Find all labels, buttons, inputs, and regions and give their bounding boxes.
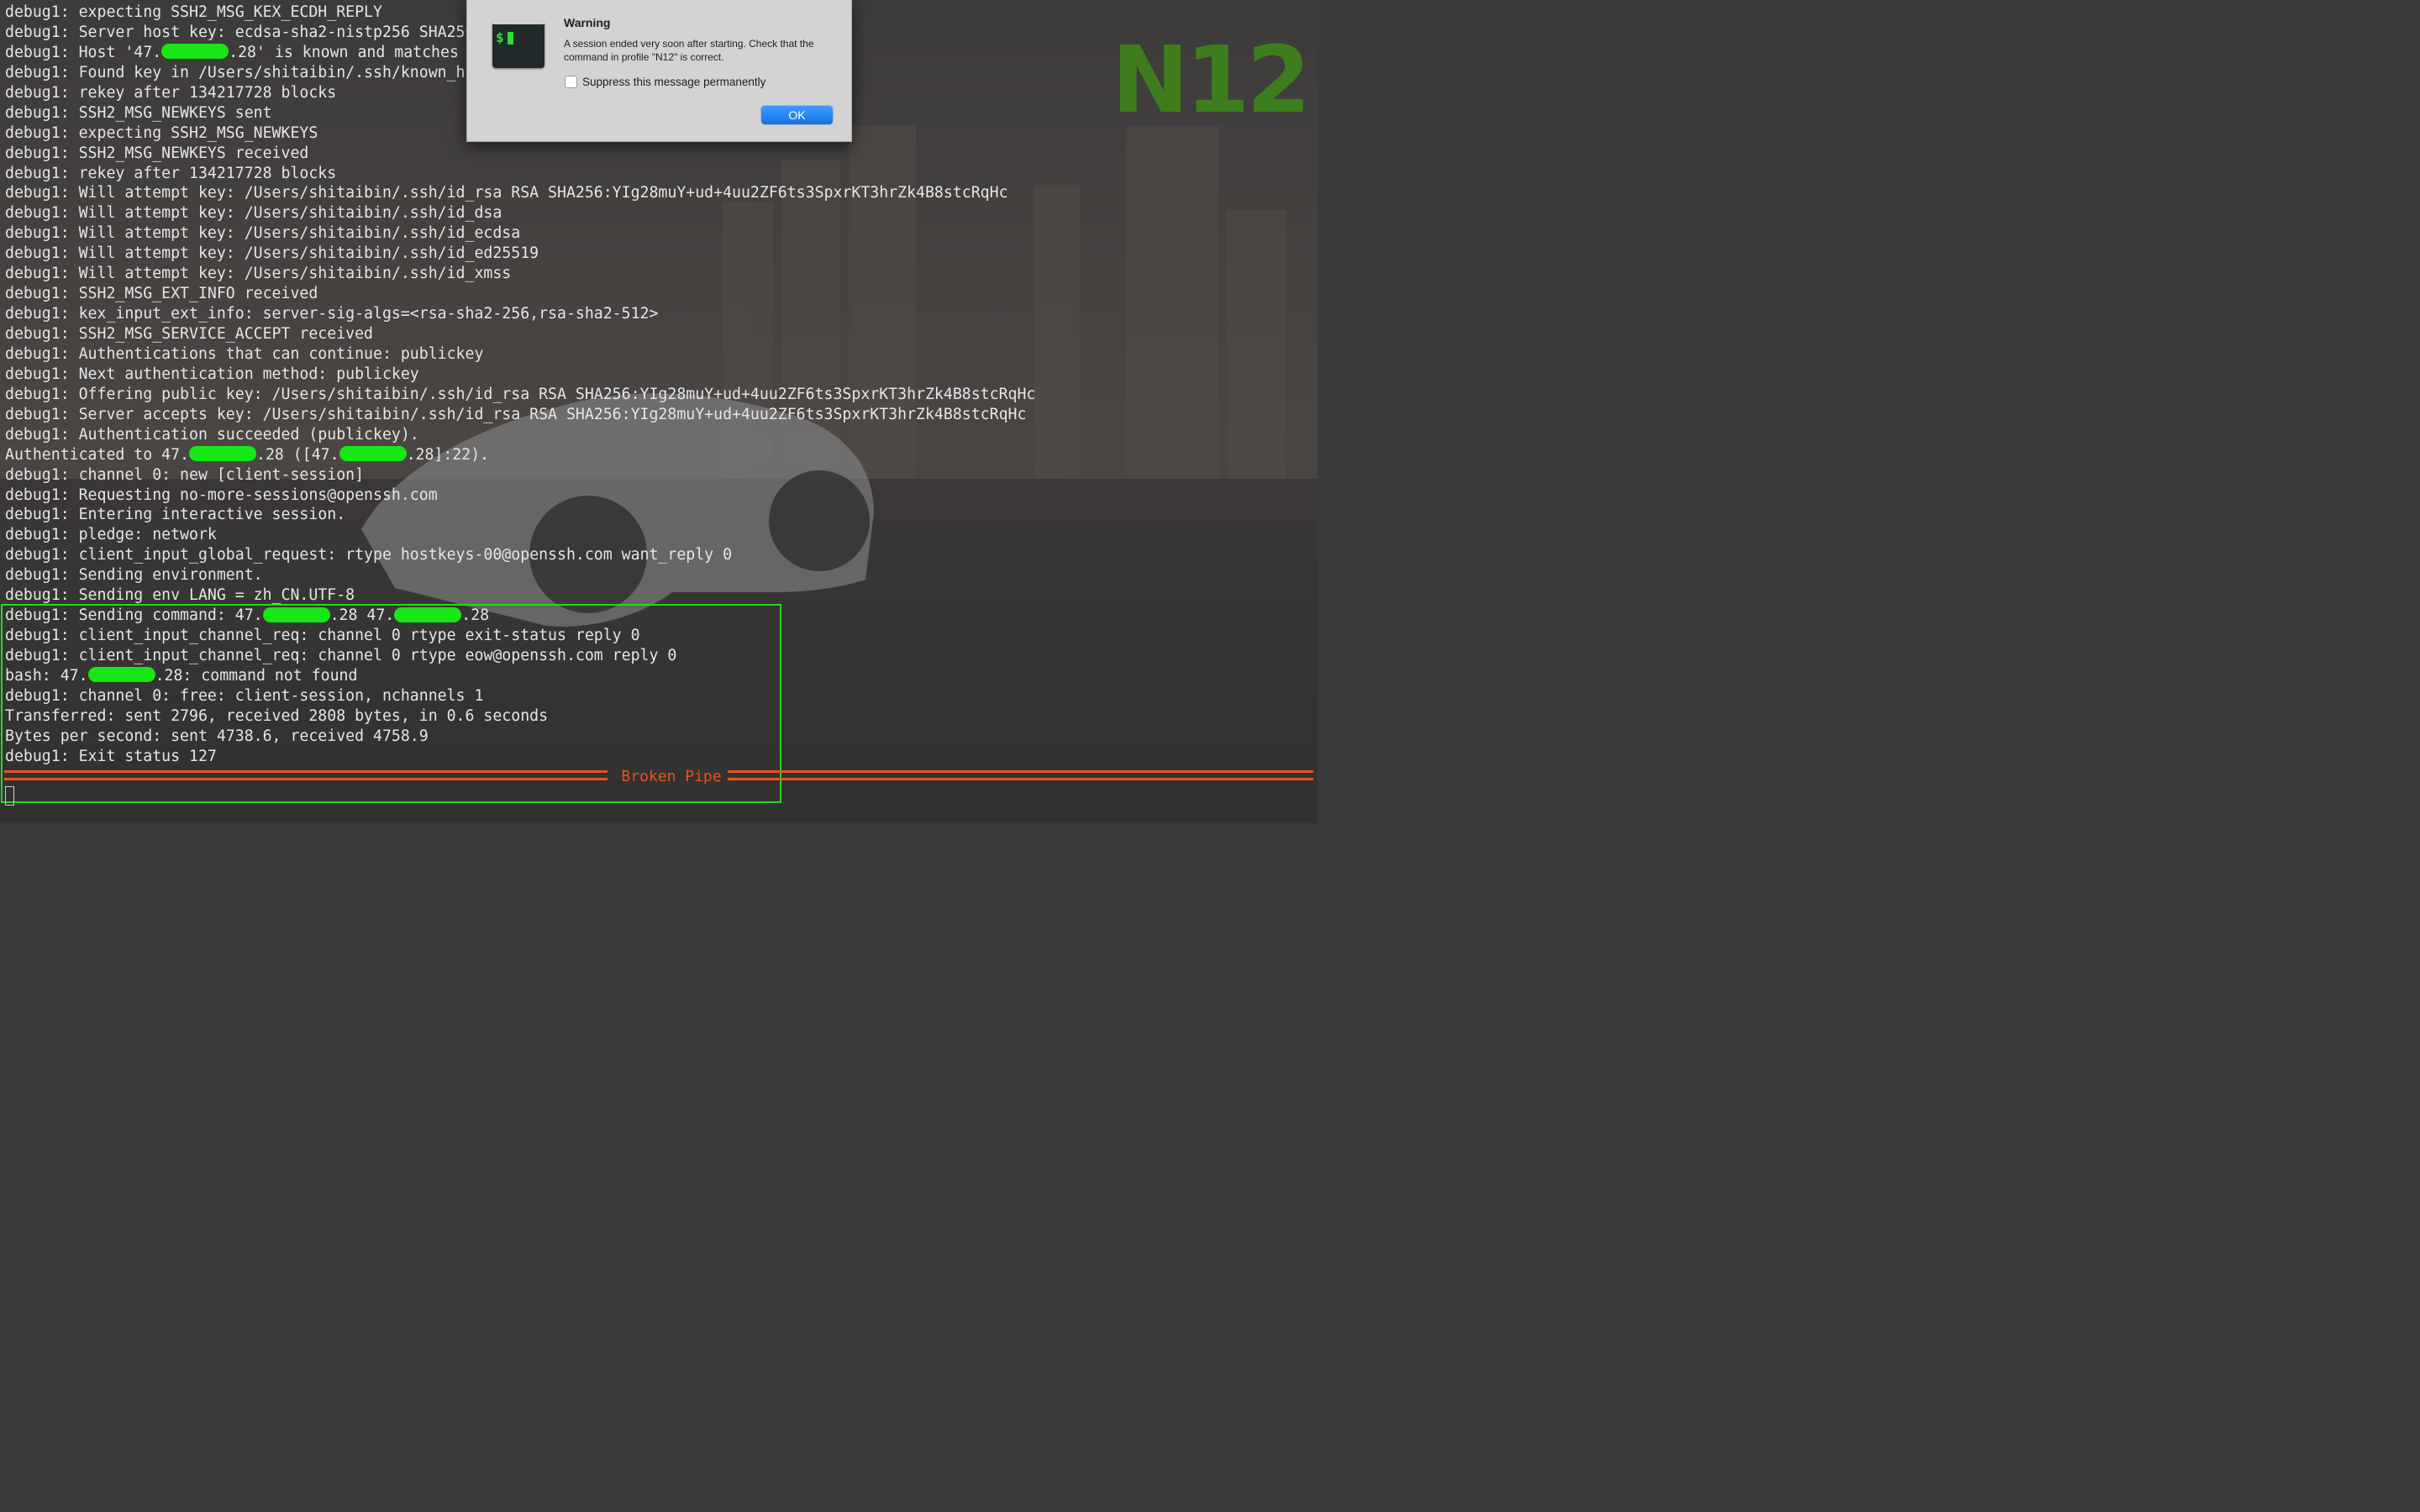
terminal-line: debug1: Requesting no-more-sessions@open… xyxy=(5,486,438,504)
terminal-text-segment: debug1: Server host key: ecdsa-sha2-nist… xyxy=(5,23,475,41)
terminal-text-segment: .28: command not found xyxy=(155,666,358,685)
terminal-line: debug1: SSH2_MSG_EXT_INFO received xyxy=(5,285,318,303)
ok-button[interactable]: OK xyxy=(761,106,833,124)
terminal-text-segment: .28 47. xyxy=(329,606,395,625)
terminal-line: debug1: Exit status 127 xyxy=(5,747,217,765)
terminal-line: Transferred: sent 2796, received 2808 by… xyxy=(5,706,549,725)
terminal-line: debug1: SSH2_MSG_NEWKEYS received xyxy=(5,144,309,162)
terminal-line: debug1: client_input_channel_req: channe… xyxy=(5,647,677,664)
dialog-title: Warning xyxy=(564,16,611,29)
terminal-line: debug1: Will attempt key: /Users/shitaib… xyxy=(5,244,539,263)
profile-badge: N12 xyxy=(1111,26,1311,134)
terminal-line: debug1: channel 0: free: client-session,… xyxy=(5,686,484,705)
terminal-line: bash: 47. .28: command not found xyxy=(5,666,1035,686)
redaction-mark xyxy=(161,44,229,60)
terminal-icon: $ xyxy=(492,21,544,68)
terminal-line: debug1: Next authentication method: publ… xyxy=(5,365,419,383)
terminal-text-segment: debug1: Sending command: 47. xyxy=(5,606,263,625)
suppress-checkbox[interactable] xyxy=(565,76,577,88)
status-bar-line-left-top xyxy=(4,770,608,773)
dialog-message: A session ended very soon after starting… xyxy=(564,38,814,63)
terminal-line: debug1: client_input_global_request: rty… xyxy=(5,546,733,564)
terminal-line: debug1: Authentication succeeded (public… xyxy=(5,425,419,444)
terminal-line: Authenticated to 47. .28 ([47. .28]:22). xyxy=(5,445,1035,465)
terminal-line: debug1: Authentications that can continu… xyxy=(5,344,484,363)
terminal-text-segment: .28 xyxy=(461,606,490,625)
redaction-mark xyxy=(87,667,155,683)
suppress-row[interactable]: Suppress this message permanently xyxy=(565,76,765,88)
terminal-line: debug1: Will attempt key: /Users/shitaib… xyxy=(5,184,1008,202)
terminal-line: debug1: Offering public key: /Users/shit… xyxy=(5,385,1036,403)
terminal-line: debug1: rekey after 134217728 blocks xyxy=(5,164,337,182)
redaction-mark xyxy=(394,606,462,622)
terminal-line: debug1: Sending env LANG = zh_CN.UTF-8 xyxy=(5,586,355,605)
terminal-line: debug1: Sending environment. xyxy=(5,566,263,585)
terminal-line: debug1: pledge: network xyxy=(5,526,217,544)
prompt-glyph: $ xyxy=(496,29,504,45)
terminal-line: debug1: Entering interactive session. xyxy=(5,506,346,524)
caret-glyph xyxy=(508,32,513,45)
terminal-text-segment: bash: 47. xyxy=(5,666,88,685)
status-bar-line-left-bottom xyxy=(4,778,608,780)
terminal-text-segment: .28' is known and matches t xyxy=(229,43,477,61)
broken-pipe-label: Broken Pipe xyxy=(621,768,722,785)
terminal-text-segment: .28 ([47. xyxy=(256,445,339,464)
terminal-line: debug1: kex_input_ext_info: server-sig-a… xyxy=(5,305,659,323)
redaction-mark xyxy=(339,446,407,462)
redaction-mark xyxy=(189,446,256,462)
redaction-mark xyxy=(262,606,330,622)
status-bar-line-right-top xyxy=(728,770,1313,773)
terminal-text-segment: Authenticated to 47. xyxy=(5,445,189,464)
suppress-checkbox-label[interactable]: Suppress this message permanently xyxy=(582,76,765,88)
terminal-line: debug1: Will attempt key: /Users/shitaib… xyxy=(5,224,521,243)
broken-pipe-status-bar: Broken Pipe xyxy=(4,768,1313,786)
terminal-cursor[interactable] xyxy=(5,786,14,806)
terminal-line: debug1: SSH2_MSG_SERVICE_ACCEPT received xyxy=(5,325,373,343)
terminal-text-segment: .28]:22). xyxy=(406,445,490,464)
terminal-line: debug1: Will attempt key: /Users/shitaib… xyxy=(5,204,502,223)
terminal-line: debug1: Server accepts key: /Users/shita… xyxy=(5,405,1027,423)
warning-dialog: $ Warning A session ended very soon afte… xyxy=(466,0,852,142)
terminal-line: debug1: client_input_channel_req: channe… xyxy=(5,627,640,645)
terminal-line: debug1: Sending command: 47. .28 47. .28 xyxy=(5,606,1035,626)
terminal-text-segment: debug1: Host '47. xyxy=(5,43,162,61)
terminal-line: debug1: channel 0: new [client-session] xyxy=(5,465,365,484)
status-bar-line-right-bottom xyxy=(728,778,1313,780)
terminal-line: Bytes per second: sent 4738.6, received … xyxy=(5,727,429,745)
terminal-line: debug1: Will attempt key: /Users/shitaib… xyxy=(5,265,512,283)
